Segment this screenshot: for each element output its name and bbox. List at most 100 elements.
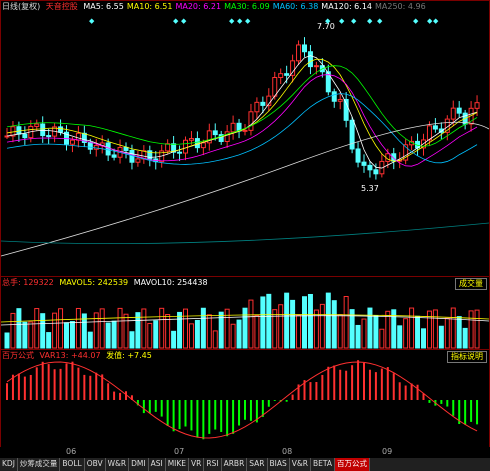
volume-bar [450, 307, 456, 349]
candle-body [391, 153, 397, 162]
volume-indicator-button[interactable]: 成交量 [455, 278, 487, 290]
signal-marker-icon: ◆ [367, 17, 373, 25]
volume-bar [373, 315, 379, 349]
tab-13[interactable]: V&R [290, 458, 311, 471]
indicator-chart[interactable] [1, 350, 489, 448]
candle-body [135, 158, 141, 163]
candle-body [105, 142, 111, 156]
volume-total-label: 总手: 129322 [2, 278, 54, 287]
candle-body [34, 123, 40, 127]
volume-bar [206, 314, 212, 349]
volume-bar [337, 314, 343, 349]
indicator-help-button[interactable]: 指标说明 [447, 351, 487, 363]
volume-bar [367, 307, 373, 349]
volume-bar [290, 299, 296, 349]
candle-body [272, 77, 278, 97]
candle-body [278, 73, 284, 79]
volume-bar [188, 323, 194, 349]
low-price-label: 5.37 [361, 184, 379, 193]
candle-body [40, 123, 46, 137]
volume-bar [212, 330, 218, 349]
var-b-label: 发值: +7.45 [106, 351, 152, 360]
volume-bar [260, 296, 266, 349]
volume-bar [361, 318, 367, 349]
volume-bar [46, 332, 52, 349]
candle-body [165, 143, 171, 152]
volume-bar [117, 307, 123, 349]
candle-body [87, 141, 93, 150]
candle-body [230, 122, 236, 133]
tab-9[interactable]: RSI [204, 458, 222, 471]
axis-tick: 08 [282, 447, 293, 456]
candle-body [58, 126, 64, 133]
signal-marker-icon: ◆ [377, 17, 383, 25]
volume-header: 总手: 129322 MAVOL5: 242539 MAVOL10: 25443… [2, 278, 211, 288]
tab-7[interactable]: MIKE [166, 458, 190, 471]
volume-bar [397, 325, 403, 349]
volume-bar [230, 323, 236, 349]
axis-tick: 07 [174, 447, 185, 456]
volume-bar [159, 307, 165, 349]
volume-bar [34, 308, 40, 349]
volume-bar [307, 293, 313, 349]
tab-3[interactable]: OBV [85, 458, 106, 471]
candlestick-chart[interactable]: 7.70 5.37 ◆ ◆ ◆ ◆ ◆ ◆ ◆ ◆ ◆ ◆ ◆ ◆ ◆ ◆ [1, 1, 489, 276]
volume-bar [266, 293, 272, 349]
signal-marker-icon: ◆ [413, 17, 419, 25]
volume-bar [242, 307, 248, 349]
price-chart-panel[interactable]: 日线(复权) 天音控股 MA5: 6.55 MA10: 6.51 MA20: 6.2… [0, 0, 490, 277]
volume-bar [75, 307, 81, 349]
volume-panel[interactable]: 总手: 129322 MAVOL5: 242539 MAVOL10: 25443… [0, 276, 490, 350]
volume-bar [177, 311, 183, 349]
volume-bar [403, 318, 409, 349]
volume-bar [278, 304, 284, 349]
tab-10[interactable]: ARBR [222, 458, 248, 471]
tab-5[interactable]: DMI [129, 458, 149, 471]
signal-marker-icon: ◆ [433, 17, 439, 25]
tab-6[interactable]: ASI [149, 458, 166, 471]
candle-body [450, 107, 456, 120]
candle-body [111, 154, 117, 158]
volume-bar [248, 299, 254, 349]
volume-bar [58, 308, 64, 349]
volume-bar [272, 309, 278, 349]
volume-bar [135, 312, 141, 349]
tab-1[interactable]: 炒筹成交量 [18, 458, 61, 471]
candle-body [200, 142, 206, 149]
tab-2[interactable]: BOLL [60, 458, 85, 471]
volume-bar [28, 321, 34, 349]
tab-15[interactable]: 百万公式 [335, 458, 370, 471]
volume-bar [129, 331, 135, 349]
tab-12[interactable]: BIAS [268, 458, 290, 471]
candle-body [69, 139, 75, 145]
candle-body [331, 91, 337, 102]
mavol10-label: MAVOL10: 254438 [133, 278, 208, 287]
volume-bar [349, 309, 355, 349]
tab-11[interactable]: SAR [247, 458, 268, 471]
candle-body [123, 146, 129, 151]
candle-body [426, 125, 432, 141]
candle-body [349, 119, 355, 150]
var13-label: VAR13: +44.07 [39, 351, 101, 360]
indicator-name: 百万公式 [2, 351, 34, 360]
candle-body [177, 151, 183, 154]
volume-bar [468, 310, 474, 349]
signal-marker-icon: ◆ [89, 17, 95, 25]
candle-body [432, 125, 438, 130]
axis-tick: 06 [66, 447, 77, 456]
indicator-panel[interactable]: 百万公式 VAR13: +44.07 发值: +7.45 指标说明 [0, 349, 490, 449]
candle-body [254, 101, 260, 113]
tab-0[interactable]: KDJ [0, 458, 18, 471]
candle-body [46, 135, 52, 138]
axis-tick: 09 [382, 447, 393, 456]
tab-8[interactable]: VR [189, 458, 205, 471]
volume-bar [40, 313, 46, 349]
signal-marker-icon: ◆ [351, 17, 357, 25]
tab-14[interactable]: BETA [311, 458, 335, 471]
candle-body [313, 65, 319, 68]
candle-body [474, 102, 480, 109]
tab-4[interactable]: W&R [106, 458, 130, 471]
volume-bar [87, 331, 93, 349]
volume-bar [254, 314, 260, 349]
candle-body [361, 161, 367, 166]
